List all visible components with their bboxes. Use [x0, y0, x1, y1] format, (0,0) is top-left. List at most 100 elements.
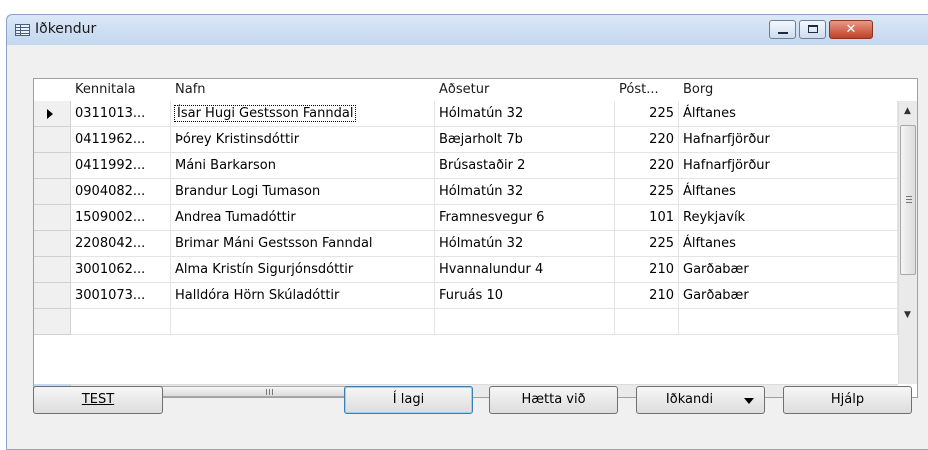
- row-selector[interactable]: [34, 153, 71, 179]
- cell-nafn[interactable]: Halldóra Hörn Skúladóttir: [171, 283, 435, 309]
- cell-borg[interactable]: Garðabær: [679, 283, 898, 309]
- row-selector[interactable]: [34, 179, 71, 205]
- cell-adsetur-text: Hólmatún 32: [439, 184, 524, 199]
- help-button[interactable]: Hjálp: [783, 386, 912, 414]
- vertical-scrollbar[interactable]: ▲ ▼: [898, 101, 917, 384]
- table-row-empty[interactable]: [34, 309, 917, 335]
- cell-kennitala[interactable]: 0904082...: [71, 179, 171, 205]
- cell-adsetur-text: Bæjarholt 7b: [439, 132, 523, 147]
- cell-adsetur[interactable]: Bæjarholt 7b: [435, 127, 615, 153]
- title-bar[interactable]: Iðkendur ✕: [7, 15, 928, 45]
- cell-kennitala[interactable]: 0311013...: [71, 101, 171, 127]
- table-row[interactable]: 3001073... Halldóra Hörn Skúladóttir Furuá…: [34, 283, 917, 309]
- cell-kennitala-text: 2208042...: [75, 236, 146, 251]
- grip-icon: [906, 196, 912, 197]
- cell-postnumer-text: 220: [649, 158, 674, 173]
- cell-nafn-text: Halldóra Hörn Skúladóttir: [175, 288, 340, 303]
- cell-borg[interactable]: Álftanes: [679, 179, 898, 205]
- row-selector[interactable]: [34, 309, 71, 335]
- cell-adsetur-text: Hólmatún 32: [439, 106, 524, 121]
- table-row[interactable]: 3001062... Alma Kristín Sigurjónsdóttir Hv…: [34, 257, 917, 283]
- cell-postnumer[interactable]: 220: [615, 153, 679, 179]
- cell-adsetur[interactable]: Framnesvegur 6: [435, 205, 615, 231]
- table-row[interactable]: 2208042... Brimar Máni Gestsson Fanndal Hó…: [34, 231, 917, 257]
- maximize-button[interactable]: [799, 20, 826, 39]
- cell-kennitala[interactable]: 1509002...: [71, 205, 171, 231]
- cell-nafn[interactable]: Andrea Tumadóttir: [171, 205, 435, 231]
- cell-nafn-text: Alma Kristín Sigurjónsdóttir: [175, 262, 354, 277]
- test-button[interactable]: TEST: [33, 386, 163, 414]
- cell-borg[interactable]: Hafnarfjörður: [679, 127, 898, 153]
- cell-borg-text: Reykjavík: [683, 210, 746, 225]
- cell-borg[interactable]: Garðabær: [679, 257, 898, 283]
- cell-postnumer[interactable]: 225: [615, 101, 679, 127]
- cell-kennitala[interactable]: 3001073...: [71, 283, 171, 309]
- cell-kennitala[interactable]: 2208042...: [71, 231, 171, 257]
- cell-kennitala[interactable]: 3001062...: [71, 257, 171, 283]
- ok-button-label: Í lagi: [392, 392, 425, 407]
- column-header-kennitala[interactable]: Kennitala: [71, 79, 171, 101]
- cell-kennitala[interactable]: 0411992...: [71, 153, 171, 179]
- row-selector[interactable]: [34, 231, 71, 257]
- cell-adsetur[interactable]: Furuás 10: [435, 283, 615, 309]
- cell-nafn[interactable]: Þórey Kristinsdóttir: [171, 127, 435, 153]
- cell-postnumer[interactable]: 210: [615, 283, 679, 309]
- cell-nafn[interactable]: [171, 309, 435, 335]
- cell-nafn[interactable]: Máni Barkarson: [171, 153, 435, 179]
- cell-borg[interactable]: Álftanes: [679, 101, 898, 127]
- cell-postnumer[interactable]: 225: [615, 179, 679, 205]
- cell-nafn-text: Ísar Hugi Gestsson Fanndal: [173, 105, 357, 122]
- minimize-button[interactable]: [769, 20, 796, 39]
- member-menu-button[interactable]: Iðkandi: [636, 386, 765, 414]
- cell-kennitala[interactable]: [71, 309, 171, 335]
- cell-adsetur[interactable]: Hvannalundur 4: [435, 257, 615, 283]
- cell-borg-text: Garðabær: [683, 262, 749, 277]
- cell-adsetur[interactable]: [435, 309, 615, 335]
- horizontal-scrollbar[interactable]: ◀ ▶: [71, 384, 898, 397]
- cell-nafn[interactable]: Brandur Logi Tumason: [171, 179, 435, 205]
- row-selector[interactable]: [34, 257, 71, 283]
- column-header-postnumer[interactable]: Póst...: [615, 79, 679, 101]
- cell-adsetur[interactable]: Hólmatún 32: [435, 231, 615, 257]
- cell-kennitala-text: 0411962...: [75, 132, 146, 147]
- cell-adsetur[interactable]: Hólmatún 32: [435, 101, 615, 127]
- row-selector[interactable]: [34, 101, 71, 127]
- cell-nafn[interactable]: Alma Kristín Sigurjónsdóttir: [171, 257, 435, 283]
- column-header-adsetur[interactable]: Aðsetur: [435, 79, 615, 101]
- scroll-down-icon[interactable]: ▼: [904, 311, 911, 320]
- close-button[interactable]: ✕: [829, 20, 873, 39]
- cell-borg-text: Álftanes: [683, 236, 736, 251]
- table-row[interactable]: 0311013... Ísar Hugi Gestsson Fanndal Hólm…: [34, 101, 917, 127]
- table-row[interactable]: 0411962... Þórey Kristinsdóttir Bæjarholt …: [34, 127, 917, 153]
- cell-nafn[interactable]: Brimar Máni Gestsson Fanndal: [171, 231, 435, 257]
- cell-adsetur[interactable]: Brúsastaðir 2: [435, 153, 615, 179]
- cell-postnumer[interactable]: 220: [615, 127, 679, 153]
- cancel-button[interactable]: Hætta við: [489, 386, 618, 414]
- cell-borg[interactable]: Hafnarfjörður: [679, 153, 898, 179]
- column-header-borg[interactable]: Borg: [679, 79, 898, 101]
- cell-nafn[interactable]: Ísar Hugi Gestsson Fanndal: [171, 101, 435, 127]
- scroll-up-icon[interactable]: ▲: [904, 107, 911, 116]
- cell-borg-text: Álftanes: [683, 106, 736, 121]
- cell-borg-text: Hafnarfjörður: [683, 132, 770, 147]
- ok-button[interactable]: Í lagi: [344, 386, 473, 414]
- cell-borg[interactable]: [679, 309, 898, 335]
- minimize-icon: [778, 32, 788, 34]
- cell-adsetur[interactable]: Hólmatún 32: [435, 179, 615, 205]
- cell-borg[interactable]: Reykjavík: [679, 205, 898, 231]
- cell-postnumer[interactable]: 101: [615, 205, 679, 231]
- cell-borg[interactable]: Álftanes: [679, 231, 898, 257]
- table-row[interactable]: 1509002... Andrea Tumadóttir Framnesvegur …: [34, 205, 917, 231]
- cell-postnumer[interactable]: 225: [615, 231, 679, 257]
- row-selector[interactable]: [34, 127, 71, 153]
- row-selector[interactable]: [34, 283, 71, 309]
- cell-nafn-text: Andrea Tumadóttir: [175, 210, 296, 225]
- cell-postnumer[interactable]: [615, 309, 679, 335]
- column-header-nafn[interactable]: Nafn: [171, 79, 435, 101]
- row-selector[interactable]: [34, 205, 71, 231]
- cell-postnumer[interactable]: 210: [615, 257, 679, 283]
- table-row[interactable]: 0904082... Brandur Logi Tumason Hólmatún 3…: [34, 179, 917, 205]
- cell-kennitala[interactable]: 0411962...: [71, 127, 171, 153]
- vertical-scroll-thumb[interactable]: [900, 125, 916, 275]
- table-row[interactable]: 0411992... Máni Barkarson Brúsastaðir 2 220…: [34, 153, 917, 179]
